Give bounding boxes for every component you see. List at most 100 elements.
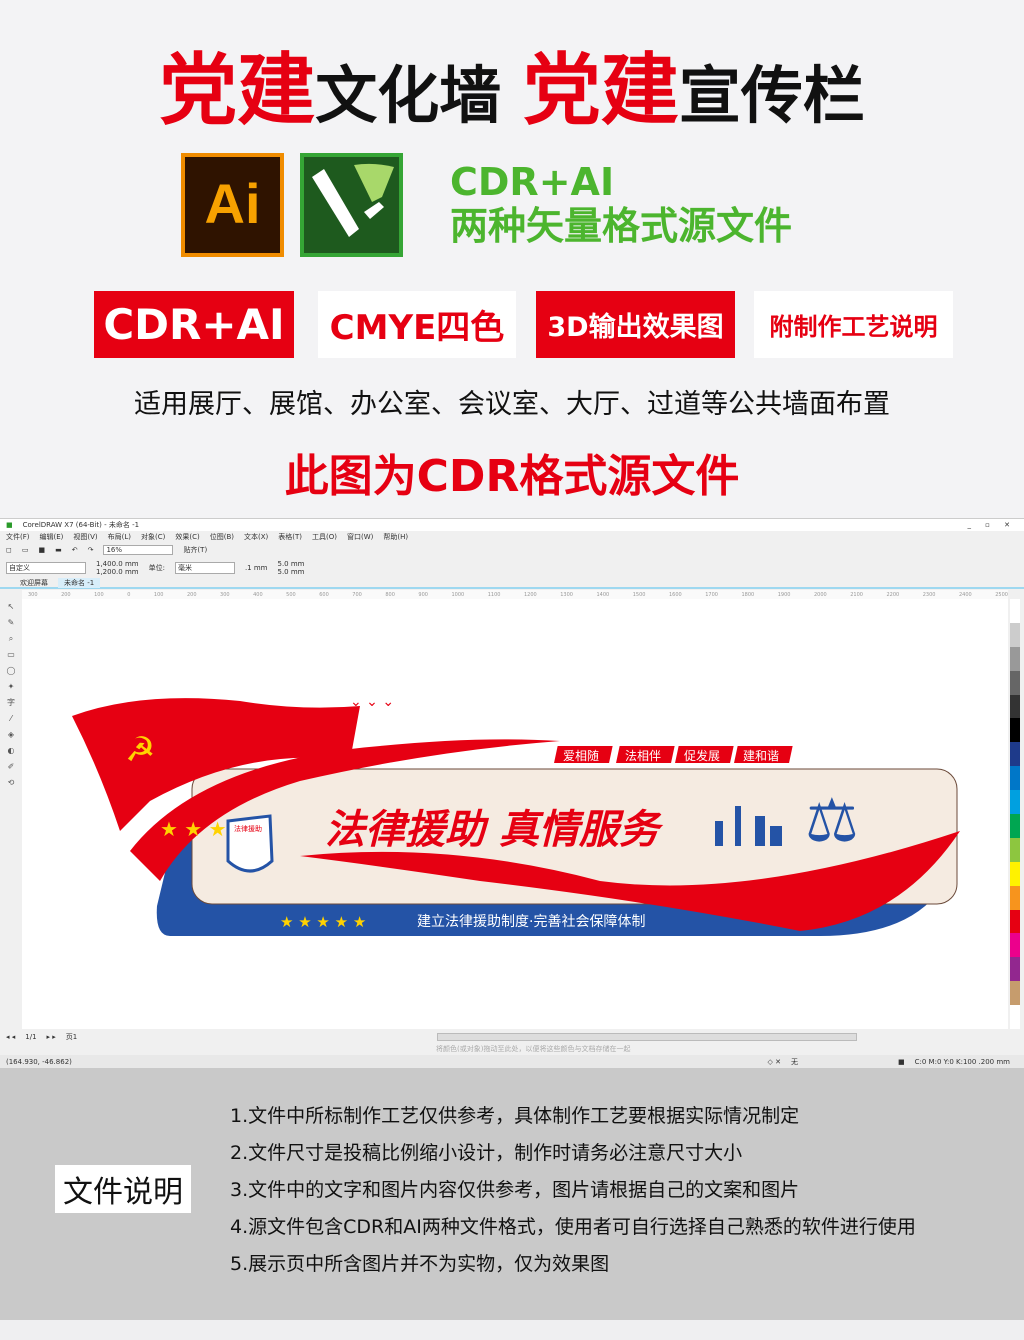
page-nav-arrows[interactable]: ◂ ◂: [6, 1033, 15, 1041]
badge-craft: 附制作工艺说明: [754, 291, 953, 358]
ruler-tick: 2200: [886, 591, 900, 598]
ruler-tick: 1000: [451, 591, 465, 598]
title-red-2: 党建: [522, 46, 679, 136]
standard-toolbar: ◻ ▭ ■ ▬ ↶ ↷ 16% 贴齐(T): [0, 542, 1024, 558]
new-icon[interactable]: ◻: [6, 546, 12, 554]
menu-bar: 文件(F) 编辑(E) 视图(V) 布局(L) 对象(C) 效果(C) 位图(B) 文本(X)…: [0, 531, 1024, 542]
app-icon: ■: [6, 521, 13, 529]
tag-1: 爱相随: [563, 748, 599, 763]
unit-select[interactable]: 毫米: [174, 562, 235, 574]
cursor-coordinates: (164.930, -46.862): [6, 1057, 72, 1066]
title-bar: ■ CorelDRAW X7 (64-Bit) - 未命名 -1 _ ▫ ✕: [0, 519, 1024, 531]
design-tags: 爱相随 法相伴 促发展 建和谐: [554, 746, 793, 763]
subtitle-stars: ★ ★ ★ ★ ★: [280, 913, 366, 931]
print-icon[interactable]: ▬: [55, 546, 62, 554]
shield-text: 法律援助: [234, 824, 262, 833]
ruler-tick: 100: [94, 591, 104, 598]
title-1: 文化墙: [315, 59, 502, 132]
format-line-2: 两种矢量格式源文件: [450, 204, 793, 248]
page-preset-select[interactable]: 自定义: [6, 562, 86, 574]
ruler-tick: 500: [286, 591, 296, 598]
ruler-tick: 2000: [813, 591, 827, 598]
window-title: CorelDRAW X7 (64-Bit) - 未命名 -1: [22, 521, 140, 529]
snap-to-menu[interactable]: 贴齐(T): [183, 545, 207, 555]
menu-tools[interactable]: 工具(O): [312, 532, 337, 542]
menu-file[interactable]: 文件(F): [6, 532, 30, 542]
menu-window[interactable]: 窗口(W): [347, 532, 373, 542]
tab-welcome[interactable]: 欢迎屏幕: [20, 578, 48, 588]
ruler-tick: 800: [385, 591, 395, 598]
nudge-field[interactable]: .1 mm: [245, 564, 268, 572]
ruler-tick: 600: [319, 591, 329, 598]
ruler-tick: 0: [127, 591, 131, 598]
menu-table[interactable]: 表格(T): [278, 532, 302, 542]
ruler-tick: 1700: [705, 591, 718, 598]
save-icon[interactable]: ■: [38, 546, 45, 554]
ruler-tick: 1500: [632, 591, 646, 598]
coreldraw-logo-icon: [300, 153, 403, 257]
status-bar: (164.930, -46.862) ◇ ✕ 无 ■ C:0 M:0 Y:0 K…: [0, 1055, 1024, 1068]
duplicate-y-field[interactable]: 5.0 mm: [278, 568, 305, 576]
note-item: 4.源文件包含CDR和AI两种文件格式，使用者可自行选择自己熟悉的软件进行使用: [230, 1216, 916, 1238]
ruler-tick: 1100: [487, 591, 501, 598]
zoom-select[interactable]: 16%: [103, 545, 174, 555]
menu-text[interactable]: 文本(X): [244, 532, 268, 542]
ruler-tick: 2100: [850, 591, 863, 598]
menu-effects[interactable]: 效果(C): [175, 532, 199, 542]
source-note: 此图为CDR格式源文件: [284, 451, 740, 502]
redo-icon[interactable]: ↷: [88, 546, 94, 554]
menu-view[interactable]: 视图(V): [73, 532, 97, 542]
menu-edit[interactable]: 编辑(E): [40, 532, 64, 542]
menu-help[interactable]: 帮助(H): [383, 532, 408, 542]
page-tab[interactable]: 页1: [66, 1032, 77, 1042]
ruler-tick: 400: [253, 591, 263, 598]
ruler-tick: 300: [220, 591, 230, 598]
tag-4: 建和谐: [743, 749, 779, 763]
outline-swatch: ■: [898, 1057, 905, 1066]
title-2: 宣传栏: [678, 59, 865, 132]
ruler-tick: 2500: [995, 591, 1008, 598]
note-item: 3.文件中的文字和图片内容仅供参考，图片请根据自己的文案和图片: [230, 1179, 800, 1201]
format-line-1: CDR+AI: [450, 160, 615, 204]
ruler-tick: 200: [186, 591, 197, 598]
tag-2: 法相伴: [625, 749, 661, 763]
horizontal-ruler[interactable]: 300 200 100 0 100 200 300 400 500 600 700 800 900 100…: [22, 590, 1008, 599]
note-item: 2.文件尺寸是投稿比例缩小设计，制作时请务必注意尺寸大小: [230, 1142, 743, 1164]
file-notes-list: 1.文件中所标制作工艺仅供参考，具体制作工艺要根据实际情况制定 2.文件尺寸是投…: [230, 1098, 916, 1283]
illustrator-logo: Ai: [181, 153, 284, 257]
ruler-tick: 2300: [922, 591, 936, 598]
menu-object[interactable]: 对象(C): [141, 532, 165, 542]
tab-untitled[interactable]: 未命名 -1: [58, 577, 101, 588]
coreldraw-window: ■ CorelDRAW X7 (64-Bit) - 未命名 -1 _ ▫ ✕ 文…: [0, 518, 1024, 1068]
fill-status: 无: [791, 1057, 798, 1066]
page-width-field[interactable]: 1,400.0 mm: [96, 560, 139, 568]
open-icon[interactable]: ▭: [22, 546, 29, 554]
menu-layout[interactable]: 布局(L): [108, 532, 131, 542]
drawing-canvas[interactable]: ☭ ★ ★ ★ ★ 法律援助 法律援助 真情服务 ★ ★ ★ ★ ★ 建立法律援…: [22, 599, 1008, 1029]
file-notes-label: 文件说明: [55, 1165, 191, 1213]
menu-bitmaps[interactable]: 位图(B): [210, 532, 234, 542]
fill-indicator-icon: ◇ ✕: [767, 1057, 781, 1066]
doves-icon: ⌄ ⌄ ⌄: [350, 694, 394, 710]
ruler-tick: 200: [61, 591, 71, 598]
horizontal-scrollbar[interactable]: [437, 1033, 858, 1041]
window-controls[interactable]: _ ▫ ✕: [967, 521, 1024, 529]
ruler-tick: 1200: [523, 591, 537, 598]
page-nav-next[interactable]: ▸ ▸: [47, 1033, 56, 1041]
hammer-sickle-icon: ☭: [125, 730, 155, 770]
design-main-title: 法律援助 真情服务: [325, 807, 664, 853]
usage-text: 适用展厅、展馆、办公室、会议室、大厅、过道等公共墙面布置: [134, 389, 890, 420]
note-item: 1.文件中所标制作工艺仅供参考，具体制作工艺要根据实际情况制定: [230, 1105, 800, 1127]
badge-3d: 3D输出效果图: [536, 291, 735, 358]
undo-icon[interactable]: ↶: [72, 546, 78, 554]
document-palette-bar: 将颜色(或对象)拖动至此处，以便将这些颜色与文档存储在一起: [0, 1043, 1024, 1055]
document-tabs: 欢迎屏幕 未命名 -1: [0, 577, 1024, 589]
ruler-tick: 1400: [596, 591, 610, 598]
ruler-tick: 100: [153, 591, 164, 598]
note-item: 5.展示页中所含图片并不为实物，仅为效果图: [230, 1253, 610, 1275]
toolbox[interactable]: ↖ ✎ ⌕ ▭ ◯ ✦ 字 ⁄ ◈ ◐ ✐ ⟲: [0, 599, 22, 1029]
ruler-tick: 1300: [560, 591, 573, 598]
duplicate-x-field[interactable]: 5.0 mm: [278, 560, 305, 568]
color-palette[interactable]: [1010, 599, 1020, 1030]
page-height-field[interactable]: 1,200.0 mm: [96, 568, 139, 576]
